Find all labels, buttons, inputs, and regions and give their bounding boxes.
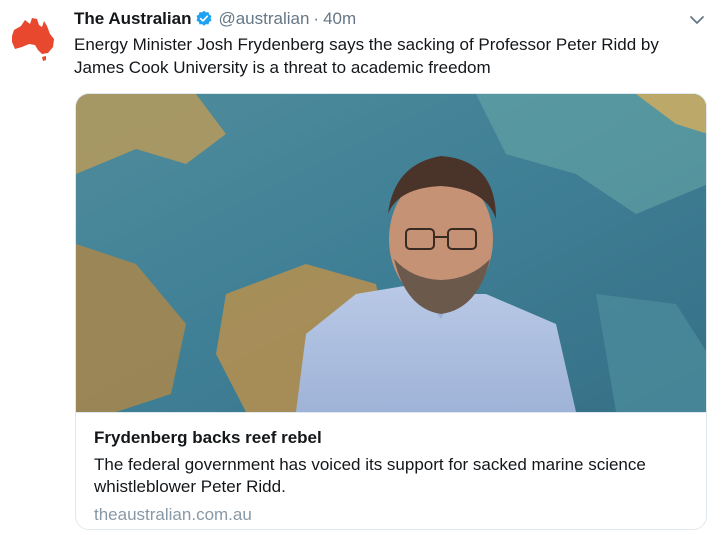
tweet-text: Energy Minister Josh Frydenberg says the… [74,35,659,77]
tweet-timestamp[interactable]: 40m [323,9,356,29]
verified-badge-icon [196,10,212,26]
tweet-header: The Australian @australian · 40m [74,8,356,30]
card-title[interactable]: Frydenberg backs reef rebel [94,427,690,449]
separator-dot: · [313,9,320,28]
card-url[interactable]: theaustralian.com.au [94,504,690,526]
chevron-down-icon[interactable] [689,12,705,28]
australia-map-icon[interactable] [8,14,58,64]
article-photo[interactable] [76,94,707,412]
link-card[interactable]: Frydenberg backs reef rebel The federal … [75,93,707,530]
card-description: The federal government has voiced its su… [94,455,646,496]
card-body: Frydenberg backs reef rebel The federal … [76,412,706,526]
author-name[interactable]: The Australian [74,9,191,29]
author-handle[interactable]: @australian [218,9,309,29]
